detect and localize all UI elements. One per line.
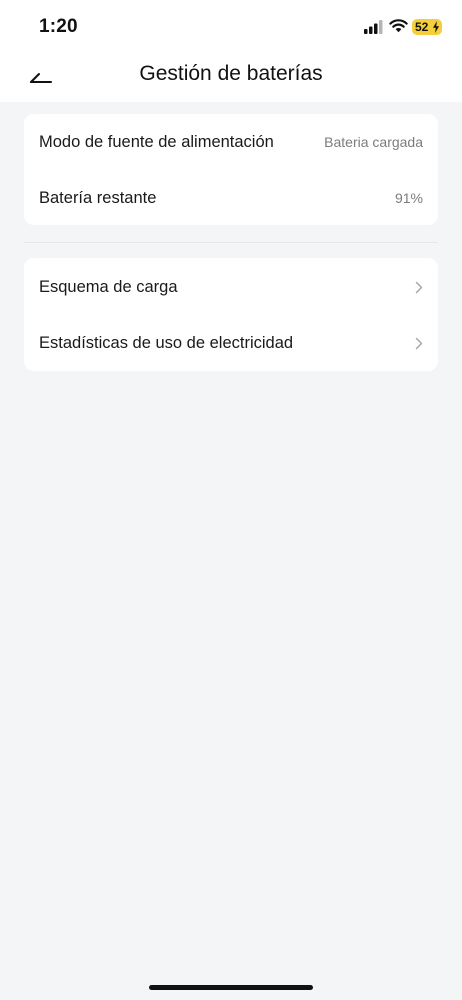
remaining-battery-row: Batería restante 91% xyxy=(24,170,438,226)
status-bar: 1:20 52 xyxy=(0,0,462,50)
top-bar: 1:20 52 Gestión de baterías xyxy=(0,0,462,102)
page-title: Gestión de baterías xyxy=(139,62,323,85)
battery-level: 52 xyxy=(415,20,429,34)
charging-scheme-label: Esquema de carga xyxy=(39,277,178,296)
electricity-usage-stats-label: Estadísticas de uso de electricidad xyxy=(39,333,294,352)
cellular-signal-icon xyxy=(364,20,383,34)
remaining-battery-label: Batería restante xyxy=(39,188,157,207)
power-source-mode-value: Bateria cargada xyxy=(324,134,423,150)
settings-links-card: Esquema de carga Estadísticas de uso de … xyxy=(24,258,438,371)
wifi-icon xyxy=(389,19,408,33)
power-source-mode-row: Modo de fuente de alimentación Bateria c… xyxy=(24,114,438,170)
chevron-right-icon xyxy=(415,337,423,349)
charging-bolt-icon xyxy=(433,21,439,33)
home-indicator[interactable] xyxy=(149,985,313,990)
screen: 1:20 52 Gestión de baterías Modo de fuen… xyxy=(0,0,462,1000)
charging-scheme-row[interactable]: Esquema de carga xyxy=(24,259,438,315)
remaining-battery-value: 91% xyxy=(394,190,423,206)
section-divider xyxy=(24,242,438,243)
status-time: 1:20 xyxy=(39,16,78,37)
battery-info-card: Modo de fuente de alimentación Bateria c… xyxy=(24,114,438,225)
chevron-right-icon xyxy=(415,281,423,293)
power-source-mode-label: Modo de fuente de alimentación xyxy=(39,132,274,151)
electricity-usage-stats-row[interactable]: Estadísticas de uso de electricidad xyxy=(24,315,438,371)
battery-indicator: 52 xyxy=(412,19,442,35)
